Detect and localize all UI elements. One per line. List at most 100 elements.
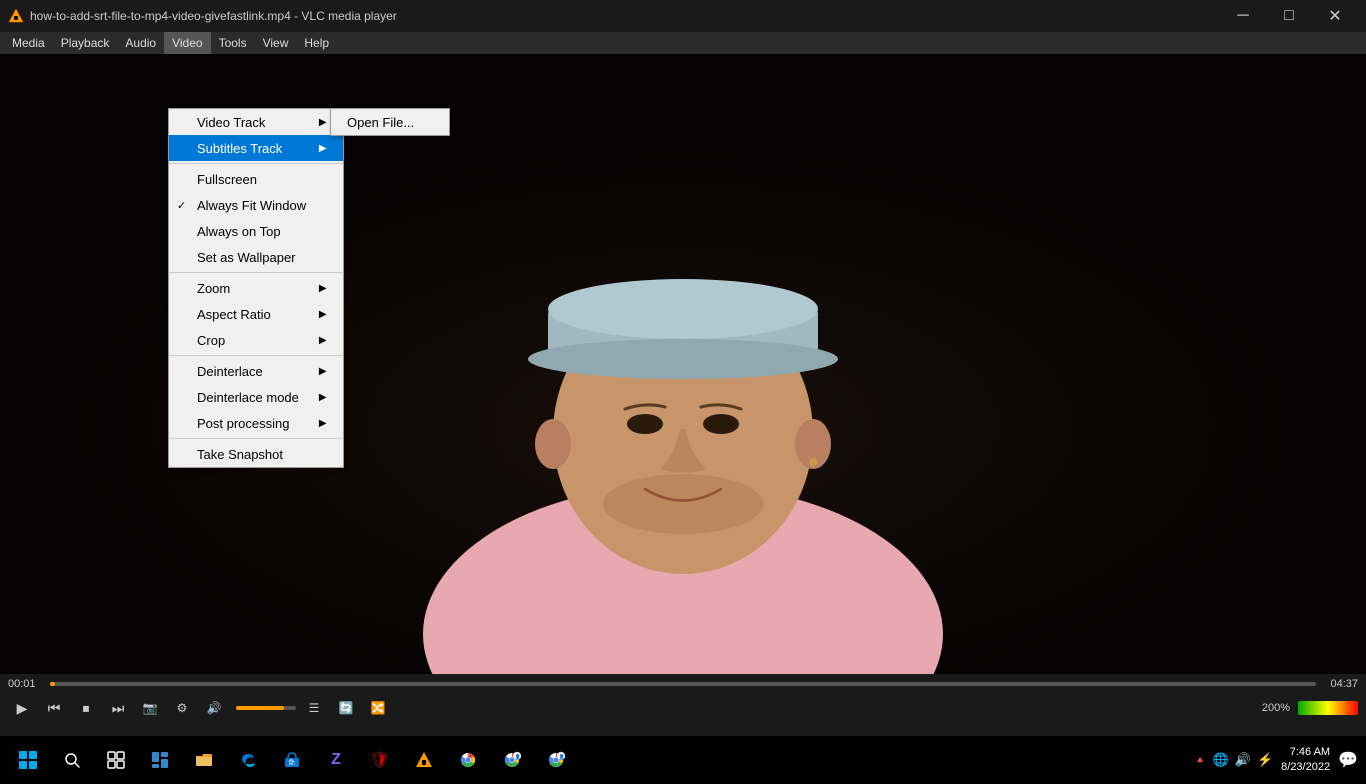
- volume-fill: [236, 706, 284, 710]
- menu-set-wallpaper-label: Set as Wallpaper: [197, 250, 296, 265]
- window-controls: ─ □ ✕: [1220, 0, 1358, 32]
- skip-back-button[interactable]: ⏮: [40, 694, 68, 722]
- menu-video-track[interactable]: Video Track ▶: [169, 109, 343, 135]
- menu-deinterlace-mode[interactable]: Deinterlace mode ▶: [169, 384, 343, 410]
- menu-deinterlace-label: Deinterlace: [197, 364, 263, 379]
- tray-battery[interactable]: ⚡: [1257, 752, 1273, 768]
- menu-always-on-top[interactable]: Always on Top: [169, 218, 343, 244]
- video-area: Video Track ▶ Subtitles Track ▶ Fullscre…: [0, 54, 1366, 674]
- taskbar-antivirus[interactable]: 🛡: [360, 740, 400, 780]
- menu-media[interactable]: Media: [4, 32, 53, 54]
- menu-playback[interactable]: Playback: [53, 32, 118, 54]
- system-tray: 🔺 🌐 🔊 ⚡: [1194, 752, 1273, 768]
- time-current: 00:01: [8, 678, 44, 690]
- separator-3: [169, 355, 343, 356]
- taskbar-chrome-2[interactable]: 👤: [492, 740, 532, 780]
- progress-row: 00:01 04:37: [8, 678, 1358, 690]
- menu-take-snapshot-label: Take Snapshot: [197, 447, 283, 462]
- menu-aspect-ratio-label: Aspect Ratio: [197, 307, 271, 322]
- vlc-icon: [8, 8, 24, 24]
- progress-fill: [50, 682, 55, 686]
- volume-bar[interactable]: [236, 706, 296, 710]
- menu-audio[interactable]: Audio: [117, 32, 164, 54]
- time-total: 04:37: [1322, 678, 1358, 690]
- taskbar-chrome-1[interactable]: [448, 740, 488, 780]
- arrow-video-track: ▶: [299, 117, 327, 128]
- tray-volume[interactable]: 🔊: [1235, 752, 1251, 768]
- menu-fullscreen[interactable]: Fullscreen: [169, 166, 343, 192]
- taskbar-clock[interactable]: 7:46 AM 8/23/2022: [1281, 745, 1330, 776]
- separator-4: [169, 438, 343, 439]
- play-button[interactable]: ▶: [8, 694, 36, 722]
- menu-bar: Media Playback Audio Video Tools View He…: [0, 32, 1366, 54]
- arrow-post: ▶: [299, 418, 327, 429]
- taskbar-explorer[interactable]: [184, 740, 224, 780]
- submenu-open-file-label: Open File...: [347, 115, 414, 130]
- menu-set-wallpaper[interactable]: Set as Wallpaper: [169, 244, 343, 270]
- progress-bar[interactable]: [50, 682, 1316, 686]
- menu-zoom[interactable]: Zoom ▶: [169, 275, 343, 301]
- arrow-crop: ▶: [299, 335, 327, 346]
- menu-zoom-label: Zoom: [197, 281, 230, 296]
- check-always-fit: ✓: [177, 199, 186, 212]
- menu-always-fit-window[interactable]: ✓ Always Fit Window: [169, 192, 343, 218]
- svg-text:🛍: 🛍: [288, 758, 296, 766]
- menu-subtitles-track-label: Subtitles Track: [197, 141, 282, 156]
- right-controls: 200%: [1262, 701, 1358, 715]
- extended-button[interactable]: ⚙: [168, 694, 196, 722]
- arrow-deinterlace-mode: ▶: [299, 392, 327, 403]
- menu-video[interactable]: Video: [164, 32, 210, 54]
- menu-deinterlace[interactable]: Deinterlace ▶: [169, 358, 343, 384]
- title-bar: how-to-add-srt-file-to-mp4-video-givefas…: [0, 0, 1366, 32]
- submenu-open-file[interactable]: Open File...: [331, 109, 449, 135]
- arrow-zoom: ▶: [299, 283, 327, 294]
- volume-icon: 🔊: [200, 694, 228, 722]
- stop-button[interactable]: ⏹: [72, 694, 100, 722]
- maximize-button[interactable]: □: [1266, 0, 1312, 32]
- menu-view[interactable]: View: [255, 32, 297, 54]
- menu-always-on-top-label: Always on Top: [197, 224, 281, 239]
- svg-text:👤: 👤: [515, 754, 521, 761]
- menu-fullscreen-label: Fullscreen: [197, 172, 257, 187]
- taskbar-task-view[interactable]: [96, 740, 136, 780]
- taskbar-vlc[interactable]: [404, 740, 444, 780]
- taskbar-right: 🔺 🌐 🔊 ⚡ 7:46 AM 8/23/2022 💬: [1194, 745, 1358, 776]
- menu-tools[interactable]: Tools: [211, 32, 255, 54]
- start-button[interactable]: [8, 740, 48, 780]
- buttons-row: ▶ ⏮ ⏹ ⏭ 📷 ⚙ 🔊 ☰ 🔄 🔀 200%: [8, 694, 1358, 722]
- arrow-aspect: ▶: [299, 309, 327, 320]
- playlist-button[interactable]: ☰: [300, 694, 328, 722]
- close-button[interactable]: ✕: [1312, 0, 1358, 32]
- taskbar-app-z[interactable]: Z: [316, 740, 356, 780]
- separator-2: [169, 272, 343, 273]
- taskbar-widgets[interactable]: [140, 740, 180, 780]
- snapshot-button[interactable]: 📷: [136, 694, 164, 722]
- menu-video-track-label: Video Track: [197, 115, 265, 130]
- minimize-button[interactable]: ─: [1220, 0, 1266, 32]
- volume-percent-label: 200%: [1262, 702, 1290, 714]
- shuffle-button[interactable]: 🔀: [364, 694, 392, 722]
- menu-take-snapshot[interactable]: Take Snapshot: [169, 441, 343, 467]
- taskbar-chrome-3[interactable]: 👤: [536, 740, 576, 780]
- taskbar-store[interactable]: 🛍: [272, 740, 312, 780]
- loop-button[interactable]: 🔄: [332, 694, 360, 722]
- skip-forward-button[interactable]: ⏭: [104, 694, 132, 722]
- menu-crop[interactable]: Crop ▶: [169, 327, 343, 353]
- menu-deinterlace-mode-label: Deinterlace mode: [197, 390, 299, 405]
- taskbar-search[interactable]: [52, 740, 92, 780]
- taskbar-icons: 🛍 Z 🛡: [52, 740, 576, 780]
- separator-1: [169, 163, 343, 164]
- menu-post-processing-label: Post processing: [197, 416, 290, 431]
- menu-aspect-ratio[interactable]: Aspect Ratio ▶: [169, 301, 343, 327]
- tray-network[interactable]: 🌐: [1213, 752, 1229, 768]
- volume-color-bar[interactable]: [1298, 701, 1358, 715]
- taskbar-edge[interactable]: [228, 740, 268, 780]
- menu-crop-label: Crop: [197, 333, 225, 348]
- menu-post-processing[interactable]: Post processing ▶: [169, 410, 343, 436]
- notification-button[interactable]: 💬: [1338, 750, 1358, 770]
- tray-chevron[interactable]: 🔺: [1194, 755, 1206, 766]
- taskbar: 🛍 Z 🛡: [0, 736, 1366, 784]
- controls-bar: 00:01 04:37 ▶ ⏮ ⏹ ⏭ 📷 ⚙ 🔊 ☰ 🔄 🔀 200%: [0, 674, 1366, 736]
- menu-help[interactable]: Help: [296, 32, 337, 54]
- menu-subtitles-track[interactable]: Subtitles Track ▶: [169, 135, 343, 161]
